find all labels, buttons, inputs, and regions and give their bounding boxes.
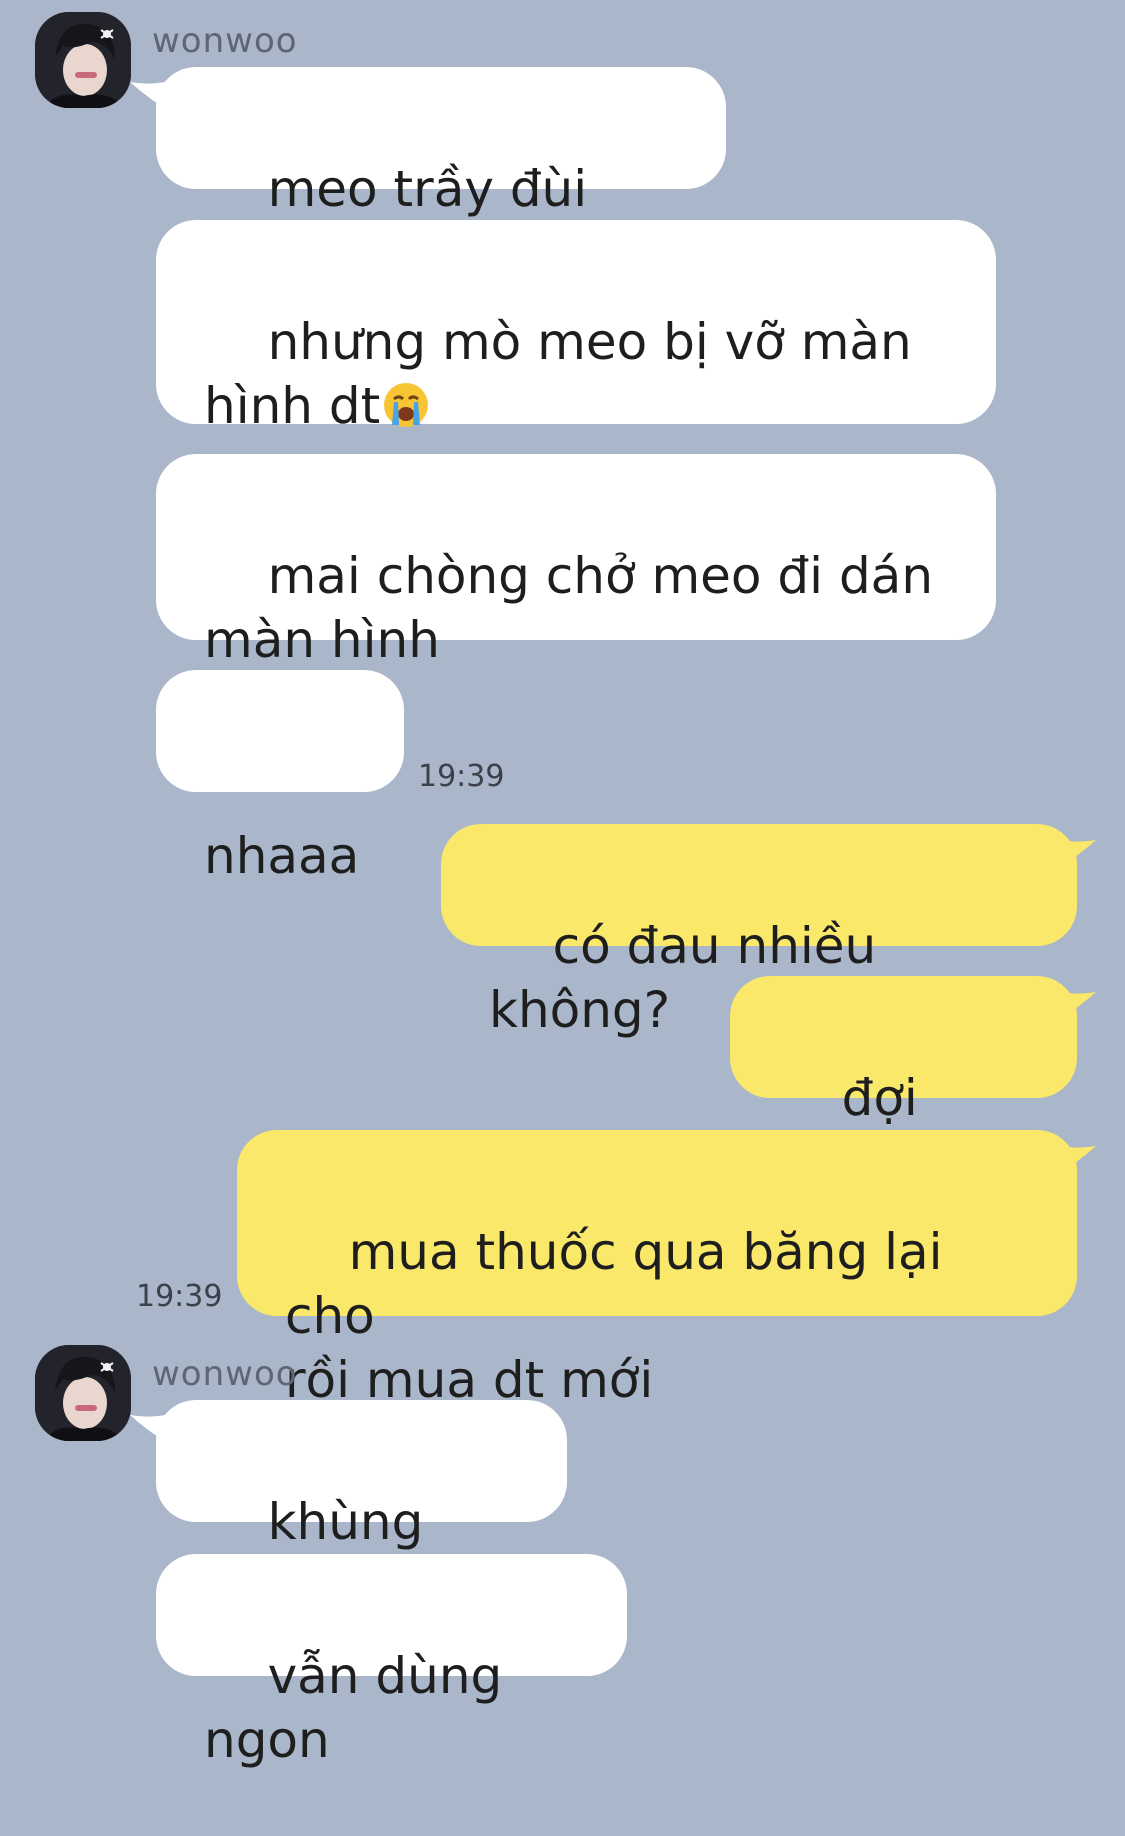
- incoming-message-bubble[interactable]: nhaaa: [156, 670, 404, 885]
- sender-name: wonwoo: [152, 21, 298, 61]
- sender-avatar[interactable]: [35, 12, 131, 108]
- loudly-crying-face-icon: [384, 383, 429, 427]
- profile-photo-avatar: [35, 1345, 131, 1441]
- incoming-message-bubble[interactable]: khùng hả???: [156, 1400, 567, 1615]
- outgoing-message-bubble[interactable]: đợi chồng: [730, 976, 1077, 1191]
- outgoing-message-bubble[interactable]: có đau nhiều không?: [441, 824, 1077, 1039]
- message-text: mua thuốc qua băng lại cho rồi mua dt mớ…: [285, 1223, 943, 1409]
- outgoing-message-bubble[interactable]: mua thuốc qua băng lại cho rồi mua dt mớ…: [237, 1130, 1077, 1409]
- incoming-message-bubble[interactable]: meo trầy đùi thui à: [156, 67, 726, 282]
- sender-avatar[interactable]: [35, 1345, 131, 1441]
- chat-area[interactable]: wonwoo meo trầy đùi thui à nhưng mò meo …: [0, 0, 1125, 1769]
- profile-photo-avatar: [35, 12, 131, 108]
- message-text: vẫn dùng ngon: [204, 1647, 519, 1769]
- message-timestamp: 19:39: [418, 759, 505, 794]
- incoming-message-bubble[interactable]: vẫn dùng ngon: [156, 1554, 627, 1769]
- incoming-message-bubble[interactable]: nhưng mò meo bị vỡ màn hình dt: [156, 220, 996, 435]
- message-timestamp: 19:39: [136, 1279, 223, 1314]
- message-text: mai chòng chở meo đi dán màn hình: [204, 547, 934, 669]
- incoming-message-bubble[interactable]: mai chòng chở meo đi dán màn hình: [156, 454, 996, 669]
- sender-name: wonwoo: [152, 1354, 298, 1394]
- message-text: nhưng mò meo bị vỡ màn hình dt: [204, 313, 912, 435]
- message-text: nhaaa: [204, 827, 360, 885]
